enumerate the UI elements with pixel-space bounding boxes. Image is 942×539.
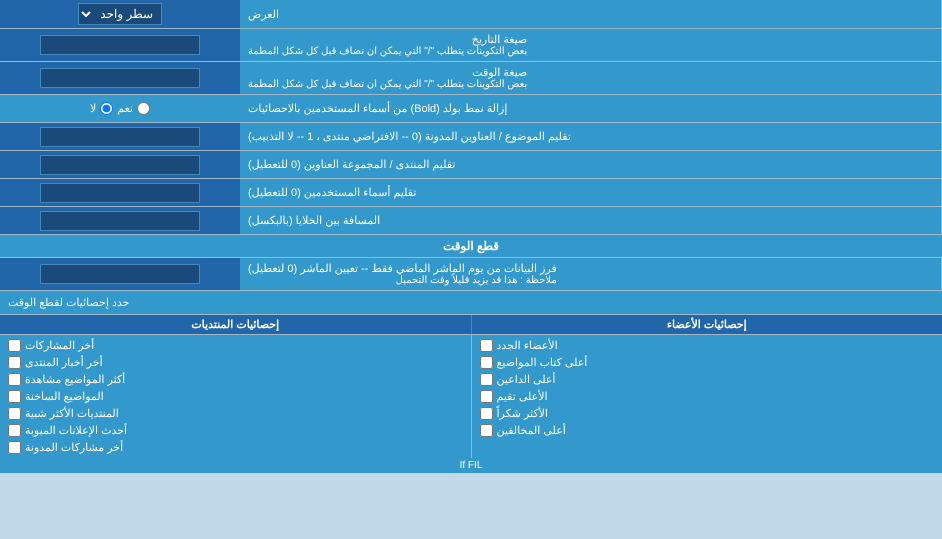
forum-titles-label: تقليم المنتدى / المجموعة العناوين (0 للت… [240, 151, 942, 178]
stats-define-label: حدد إحصائيات لقطع الوقت [0, 291, 942, 314]
bold-radio-group: نعم لا [90, 102, 150, 115]
usernames-input[interactable]: 0 [40, 183, 200, 203]
display-select[interactable]: سطر واحدسطرينثلاثة أسطر [78, 3, 162, 25]
cell-spacing-row: المسافة بين الخلايا (بالبكسل) 2 [0, 207, 942, 235]
checkbox-top-inviters: أعلى الداعين [480, 371, 935, 388]
checkbox-top-inviters-input[interactable] [480, 373, 493, 386]
date-format-label: صيغة التاريخ بعض التكوينات يتطلب "/" الت… [240, 29, 942, 61]
time-cut-row: فرز البيانات من يوم الماشر الماضي فقط --… [0, 258, 942, 291]
forum-titles-row: تقليم المنتدى / المجموعة العناوين (0 للت… [0, 151, 942, 179]
main-container: العرض سطر واحدسطرينثلاثة أسطر صيغة التار… [0, 0, 942, 473]
time-cut-label: فرز البيانات من يوم الماشر الماضي فقط --… [240, 258, 942, 290]
members-checkbox-col: الأعضاء الجدد أعلى كتاب المواضيع أعلى ال… [471, 335, 942, 458]
topics-input-container: 33 [0, 123, 240, 150]
topics-row: تقليم الموضوع / العناوين المدونة (0 -- ا… [0, 123, 942, 151]
stats-header-forums: إحصائيات المنتديات [0, 315, 471, 334]
checkbox-last-news-input[interactable] [8, 356, 21, 369]
checkbox-similar-forums: المنتديات الأكثر شبية [8, 405, 463, 422]
header-dropdown-container: سطر واحدسطرينثلاثة أسطر [0, 0, 240, 28]
checkbox-most-thanks-input[interactable] [480, 407, 493, 420]
bold-radio-container: نعم لا [0, 95, 240, 122]
usernames-label: تقليم أسماء المستخدمين (0 للتعطيل) [240, 179, 942, 206]
time-format-input-container: H:i [0, 62, 240, 94]
forum-titles-input[interactable]: 33 [40, 155, 200, 175]
header-row: العرض سطر واحدسطرينثلاثة أسطر [0, 0, 942, 29]
usernames-input-container: 0 [0, 179, 240, 206]
time-format-label: صيغة الوقت بعض التكوينات يتطلب "/" التي … [240, 62, 942, 94]
checkbox-last-posts-input[interactable] [8, 339, 21, 352]
forum-titles-input-container: 33 [0, 151, 240, 178]
cell-spacing-input-container: 2 [0, 207, 240, 234]
bold-label: إزالة نمط بولد (Bold) من أسماء المستخدمي… [240, 95, 942, 122]
checkbox-last-posts: أخر المشاركات [8, 337, 463, 354]
checkbox-top-rated-input[interactable] [480, 390, 493, 403]
time-format-row: صيغة الوقت بعض التكوينات يتطلب "/" التي … [0, 62, 942, 95]
checkbox-top-violations-input[interactable] [480, 424, 493, 437]
checkbox-last-blog-posts-input[interactable] [8, 441, 21, 454]
bold-row: إزالة نمط بولد (Bold) من أسماء المستخدمي… [0, 95, 942, 123]
checkbox-most-thanks: الأكثر شكراً [480, 405, 935, 422]
topics-label: تقليم الموضوع / العناوين المدونة (0 -- ا… [240, 123, 942, 150]
time-cut-input[interactable]: 0 [40, 264, 200, 284]
checkbox-last-news: أخر أخبار المنتدى [8, 354, 463, 371]
cell-spacing-input[interactable]: 2 [40, 211, 200, 231]
time-cut-header: قطع الوقت [0, 235, 942, 258]
checkbox-latest-classifieds-input[interactable] [8, 424, 21, 437]
checkbox-most-viewed-input[interactable] [8, 373, 21, 386]
date-format-input[interactable]: d-m [40, 35, 200, 55]
bottom-note: If FIL [0, 458, 942, 473]
checkbox-hot-topics-input[interactable] [8, 390, 21, 403]
topics-input[interactable]: 33 [40, 127, 200, 147]
checkbox-top-writers-input[interactable] [480, 356, 493, 369]
cell-spacing-label: المسافة بين الخلايا (بالبكسل) [240, 207, 942, 234]
bold-yes-radio[interactable] [137, 102, 150, 115]
date-format-input-container: d-m [0, 29, 240, 61]
checkboxes-container: الأعضاء الجدد أعلى كتاب المواضيع أعلى ال… [0, 335, 942, 458]
checkbox-most-viewed: أكثر المواضيع مشاهدة [8, 371, 463, 388]
stats-headers: إحصائيات الأعضاء إحصائيات المنتديات [0, 315, 942, 335]
checkbox-top-violations: أعلى المخالفين [480, 422, 935, 439]
checkbox-similar-forums-input[interactable] [8, 407, 21, 420]
time-cut-input-container: 0 [0, 258, 240, 290]
checkbox-hot-topics: المواضيع الساخنة [8, 388, 463, 405]
stats-header-members: إحصائيات الأعضاء [471, 315, 942, 334]
usernames-row: تقليم أسماء المستخدمين (0 للتعطيل) 0 [0, 179, 942, 207]
stats-define-row: حدد إحصائيات لقطع الوقت [0, 291, 942, 315]
checkbox-new-members: الأعضاء الجدد [480, 337, 935, 354]
checkbox-new-members-input[interactable] [480, 339, 493, 352]
header-label: العرض [240, 0, 942, 28]
checkbox-top-writers: أعلى كتاب المواضيع [480, 354, 935, 371]
checkbox-latest-classifieds: أحدث الإعلانات المبوبة [8, 422, 463, 439]
forums-checkbox-col: أخر المشاركات أخر أخبار المنتدى أكثر الم… [0, 335, 471, 458]
date-format-row: صيغة التاريخ بعض التكوينات يتطلب "/" الت… [0, 29, 942, 62]
checkbox-top-rated: الأعلى تقيم [480, 388, 935, 405]
checkbox-last-blog-posts: أخر مشاركات المدونة [8, 439, 463, 456]
bold-no-radio[interactable] [100, 102, 113, 115]
time-format-input[interactable]: H:i [40, 68, 200, 88]
